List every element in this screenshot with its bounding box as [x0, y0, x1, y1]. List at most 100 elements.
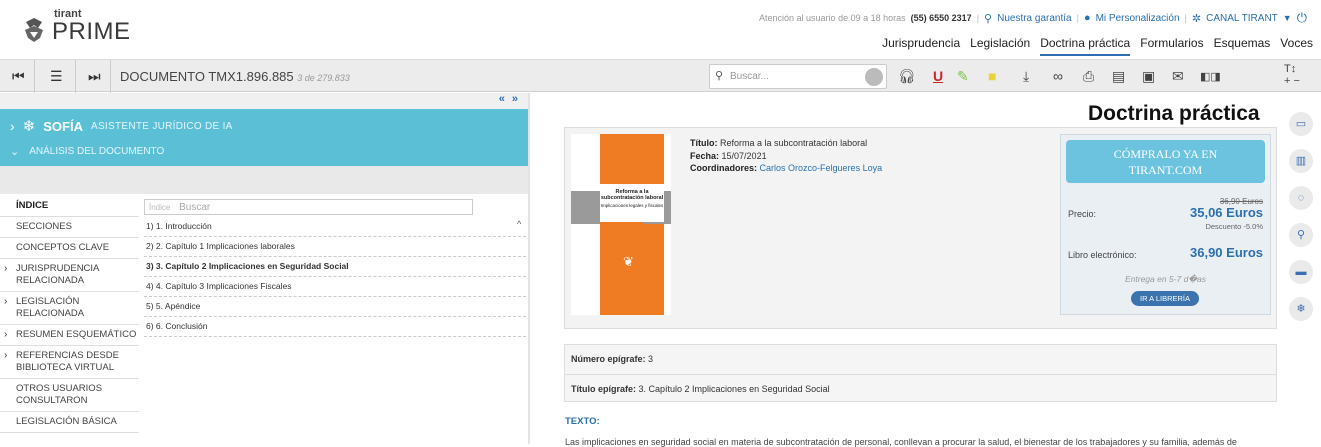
go-to-store-button[interactable]: IR A LIBRERÍA: [1131, 291, 1199, 306]
search-icon[interactable]: ⚲: [1289, 223, 1313, 247]
document-icon[interactable]: ▤: [1112, 68, 1125, 85]
book-coordinators-row: Coordinadores: Carlos Orozco-Felgueres L…: [690, 162, 882, 175]
cover-title-block: Reforma a la subcontratación laboral Imp…: [600, 184, 664, 222]
nav-jurisprudencia[interactable]: Jurisprudencia: [882, 36, 960, 56]
archive-icon[interactable]: ▬: [1289, 260, 1313, 284]
sidebar-item-conceptos-clave[interactable]: CONCEPTOS CLAVE: [0, 238, 139, 259]
document-analysis-toggle[interactable]: ⌄ ANÁLISIS DEL DOCUMENTO: [10, 145, 164, 158]
collapse-panel-button[interactable]: « »: [0, 93, 528, 109]
list-icon[interactable]: ☰: [50, 68, 63, 85]
index-item[interactable]: 1) 1. Introducción: [144, 217, 526, 237]
sidebar-item-resumen-esquematico[interactable]: › RESUMEN ESQUEMÁTICO: [0, 325, 139, 346]
chevron-down-icon[interactable]: ▼: [1283, 13, 1292, 23]
coordinators-link[interactable]: Carlos Orozco-Felgueres Loya: [760, 163, 883, 173]
sidebar-item-otros-usuarios[interactable]: OTROS USUARIOS CONSULTARON: [0, 379, 139, 412]
sidebar-item-secciones[interactable]: SECCIONES: [0, 217, 139, 238]
document-toolbar: ⏮ ☰ ⏭ DOCUMENTO TMX1.896.885 3 de 279.83…: [0, 59, 1321, 93]
email-icon[interactable]: ✉: [1172, 68, 1184, 85]
buy-now-button[interactable]: CÓMPRALO YA EN TIRANT.COM: [1066, 140, 1265, 183]
divider: |: [1184, 13, 1187, 23]
personalization-link[interactable]: Mi Personalización: [1096, 13, 1180, 24]
index-item[interactable]: 2) 2. Capítulo 1 Implicaciones laborales: [144, 237, 526, 257]
divider: [75, 60, 76, 93]
snowflake-icon: ❄: [22, 118, 36, 135]
sidebar-item-referencias[interactable]: › REFERENCIAS DESDE BIBLIOTECA VIRTUAL: [0, 346, 139, 379]
index-item-selected[interactable]: 3) 3. Capítulo 2 Implicaciones en Seguri…: [144, 257, 526, 277]
discount-text: Descuento -5.0%: [1205, 222, 1263, 231]
chat-icon[interactable]: ◌: [1289, 186, 1313, 210]
buy-button-line: TIRANT.COM: [1128, 163, 1203, 177]
index-item[interactable]: 6) 6. Conclusión: [144, 317, 526, 337]
divider: |: [976, 13, 980, 23]
epigraph-number-row: Número epígrafe: 3: [565, 345, 1276, 374]
logo-big-text: PRIME: [52, 18, 131, 45]
index-search-input[interactable]: Índice Buscar: [144, 199, 473, 215]
nav-formularios[interactable]: Formularios: [1140, 36, 1203, 56]
sofia-header[interactable]: › ❄ SOFÍA ASISTENTE JURÍDICO DE IA: [10, 117, 233, 135]
print-icon[interactable]: ⎙: [1083, 68, 1094, 85]
sidebar-item-legislacion-relacionada[interactable]: › LEGISLACIÓN RELACIONADA: [0, 292, 139, 325]
underline-icon[interactable]: U: [933, 68, 943, 84]
nav-legislacion[interactable]: Legislación: [970, 36, 1030, 56]
sidebar-item-jurisprudencia-relacionada[interactable]: › JURISPRUDENCIA RELACIONADA: [0, 259, 139, 292]
index-scrollbar[interactable]: ^: [517, 214, 526, 444]
sidebar-item-label: CONCEPTOS CLAVE: [16, 242, 110, 253]
headphones-icon[interactable]: 🎧︎: [898, 68, 916, 85]
index-search-placeholder: Buscar: [179, 202, 211, 213]
summary-icon[interactable]: ▭: [1289, 112, 1313, 136]
delivery-text: Entrega en 5-7 d�as: [1124, 274, 1206, 284]
book-metadata: Título: Reforma a la subcontratación lab…: [690, 137, 882, 175]
nav-voces[interactable]: Voces: [1280, 36, 1313, 56]
sofia-name: SOFÍA: [43, 118, 83, 134]
note-icon[interactable]: ■: [988, 68, 996, 84]
book-icon[interactable]: ▥: [1289, 149, 1313, 173]
sidebar-item-label: REFERENCIAS DESDE BIBLIOTECA VIRTUAL: [16, 350, 119, 373]
divider: [34, 60, 35, 93]
guarantee-link[interactable]: Nuestra garantía: [997, 13, 1072, 24]
book-cover[interactable]: Reforma a la subcontratación laboral Imp…: [571, 134, 671, 315]
compare-icon[interactable]: ◧◨: [1200, 70, 1221, 83]
chevron-right-icon: ›: [10, 118, 15, 134]
nav-esquemas[interactable]: Esquemas: [1214, 36, 1271, 56]
index-item[interactable]: 4) 4. Capítulo 3 Implicaciones Fiscales: [144, 277, 526, 297]
cover-subtitle: Implicaciones legales y fiscales: [600, 203, 664, 208]
book-title: Reforma a la subcontratación laboral: [720, 138, 868, 148]
index-list: 1) 1. Introducción 2) 2. Capítulo 1 Impl…: [144, 217, 526, 337]
label: Título:: [690, 138, 718, 148]
document-id: DOCUMENTO TMX1.896.885 3 de 279.833: [120, 69, 350, 84]
font-size-icon[interactable]: T↕ + −: [1284, 63, 1300, 87]
label: Título epígrafe:: [571, 384, 636, 394]
attention-hours: Atención al usuario de 09 a 18 horas: [759, 13, 906, 23]
sidebar-item-legislacion-basica[interactable]: LEGISLACIÓN BÁSICA: [0, 412, 139, 433]
index-item[interactable]: 5) 5. Apéndice: [144, 297, 526, 317]
chevron-up-icon[interactable]: ^: [517, 219, 521, 229]
book-title-row: Título: Reforma a la subcontratación lab…: [690, 137, 882, 150]
document-count: 3 de 279.833: [297, 73, 350, 83]
document-search-input[interactable]: ⚲ Buscar...: [709, 64, 887, 89]
glasses-icon[interactable]: ∞: [1053, 68, 1063, 84]
tirant-prime-logo[interactable]: tirant PRIME: [22, 9, 131, 44]
panel-divider: [528, 93, 530, 444]
spacer-band: [0, 166, 528, 194]
chevron-right-icon: ›: [4, 263, 8, 274]
first-document-icon[interactable]: ⏮: [12, 68, 25, 85]
next-document-icon[interactable]: ⏭: [88, 68, 101, 85]
canal-tirant-link[interactable]: CANAL TIRANT: [1206, 13, 1278, 24]
power-icon[interactable]: ⏻: [1297, 10, 1307, 26]
snowflake-icon[interactable]: ❄: [1289, 297, 1313, 321]
cover-band: [600, 134, 664, 315]
download-icon[interactable]: ⤓: [1023, 68, 1029, 85]
analysis-label: ANÁLISIS DEL DOCUMENTO: [29, 146, 165, 157]
save-icon[interactable]: ▣: [1142, 68, 1155, 85]
microphone-icon[interactable]: [865, 68, 883, 86]
highlighter-icon[interactable]: ✎: [957, 68, 969, 85]
nav-doctrina-practica[interactable]: Doctrina práctica: [1040, 36, 1131, 56]
cover-gray-block: [571, 191, 600, 224]
sofia-panel: › ❄ SOFÍA ASISTENTE JURÍDICO DE IA ⌄ ANÁ…: [0, 109, 528, 166]
sidebar-item-label: JURISPRUDENCIA RELACIONADA: [16, 263, 99, 286]
header: tirant PRIME Atención al usuario de 09 a…: [0, 0, 1321, 58]
user-icon: ●: [1083, 12, 1091, 24]
publisher-logo-icon: ❦: [623, 254, 634, 269]
sidebar-item-indice[interactable]: ÍNDICE: [0, 194, 139, 217]
epigraph-number: 3: [648, 354, 654, 364]
